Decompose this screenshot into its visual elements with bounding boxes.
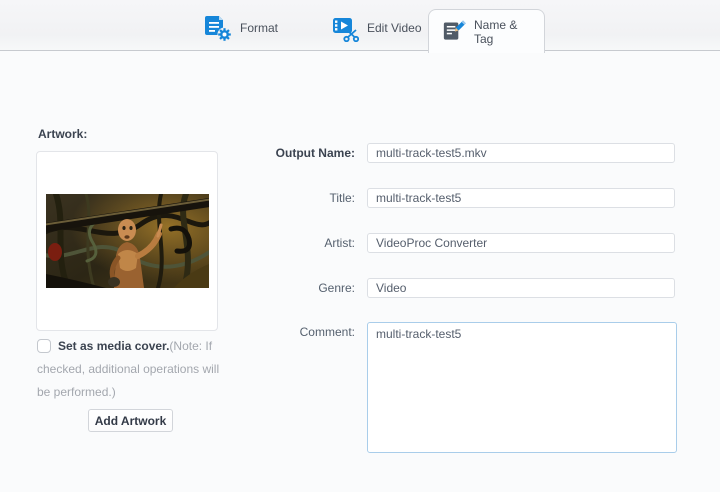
title-input[interactable]	[367, 188, 675, 208]
genre-row: Genre:	[230, 278, 675, 298]
set-media-cover-checkbox[interactable]	[37, 339, 51, 353]
add-artwork-button[interactable]: Add Artwork	[88, 409, 173, 432]
set-media-cover-label: Set as media cover.	[58, 339, 170, 353]
name-tag-panel: Artwork: Set as media cover.(Note: If ch…	[0, 52, 720, 492]
edit-video-scissors-icon	[333, 17, 359, 42]
title-row: Title:	[230, 188, 675, 208]
comment-row: Comment: multi-track-test5	[230, 322, 677, 453]
artist-input[interactable]	[367, 233, 675, 253]
output-name-row: Output Name:	[230, 143, 675, 163]
artwork-preview-frame	[36, 151, 218, 331]
comment-textarea[interactable]: multi-track-test5	[367, 322, 677, 453]
tab-edit-video-label: Edit Video	[367, 21, 422, 35]
artwork-thumbnail-image	[45, 194, 209, 288]
tab-name-tag-label: Name & Tag	[473, 17, 518, 46]
artist-label: Artist:	[324, 236, 355, 250]
format-document-gear-icon	[205, 15, 232, 41]
tab-format-label: Format	[240, 21, 279, 35]
output-name-label: Output Name:	[275, 146, 355, 160]
title-label: Title:	[329, 191, 355, 205]
tab-edit-video[interactable]: Edit Video	[332, 14, 422, 42]
comment-label: Comment:	[299, 325, 355, 339]
genre-input[interactable]	[367, 278, 675, 298]
media-cover-option: Set as media cover.(Note: If checked, ad…	[37, 335, 235, 404]
output-name-input[interactable]	[367, 143, 675, 163]
tab-name-tag[interactable]: Name & Tag	[428, 9, 545, 53]
tab-bar: Format Edit Video Name & Tag	[0, 0, 720, 53]
name-tag-document-pencil-icon	[443, 20, 466, 40]
artist-row: Artist:	[230, 233, 675, 253]
artwork-section-label: Artwork:	[38, 127, 88, 141]
tab-format[interactable]: Format	[205, 14, 278, 42]
genre-label: Genre:	[318, 281, 355, 295]
